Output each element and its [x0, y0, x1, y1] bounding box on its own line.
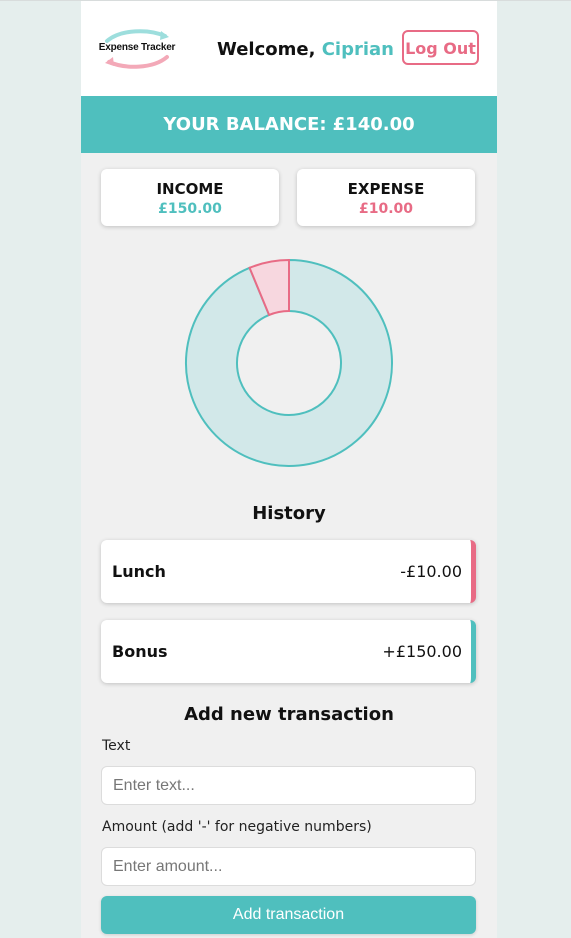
app-logo[interactable]: Expense Tracker	[97, 27, 177, 71]
add-transaction-title: Add new transaction	[184, 704, 394, 725]
balance-label: YOUR BALANCE:	[163, 114, 327, 135]
transaction-item-bonus[interactable]: Bonus +£150.00	[101, 620, 476, 683]
app-container: Expense Tracker Welcome, Ciprian Log Out…	[81, 1, 497, 938]
doughnut-chart-svg	[185, 258, 393, 467]
transaction-amount: +£150.00	[382, 642, 462, 661]
header: Expense Tracker Welcome, Ciprian Log Out	[81, 1, 497, 96]
history-title: History	[252, 503, 326, 524]
text-field-label: Text	[102, 738, 131, 754]
user-name: Ciprian	[321, 39, 394, 60]
income-label: INCOME	[156, 180, 224, 198]
amount-field-label: Amount (add '-' for negative numbers)	[102, 819, 372, 835]
logout-button[interactable]: Log Out	[402, 30, 479, 65]
add-transaction-button[interactable]: Add transaction	[101, 896, 476, 934]
text-input[interactable]	[101, 766, 476, 805]
expense-label: EXPENSE	[347, 180, 425, 198]
expense-value: £10.00	[358, 201, 414, 217]
doughnut-chart[interactable]	[184, 258, 394, 468]
balance-amount: £140.00	[332, 114, 415, 135]
income-value: £150.00	[158, 201, 222, 217]
income-card: INCOME £150.00	[101, 169, 279, 226]
amount-input[interactable]	[101, 847, 476, 886]
balance-bar: YOUR BALANCE: £140.00	[81, 96, 497, 153]
transaction-text: Bonus	[112, 642, 168, 661]
transaction-item-lunch[interactable]: Lunch -£10.00	[101, 540, 476, 603]
logo-text: Expense Tracker	[98, 42, 176, 53]
expense-card: EXPENSE £10.00	[297, 169, 475, 226]
welcome-message: Welcome, Ciprian	[217, 39, 394, 60]
transaction-text: Lunch	[112, 562, 166, 581]
welcome-prefix: Welcome,	[217, 39, 322, 60]
transaction-amount: -£10.00	[400, 562, 462, 581]
